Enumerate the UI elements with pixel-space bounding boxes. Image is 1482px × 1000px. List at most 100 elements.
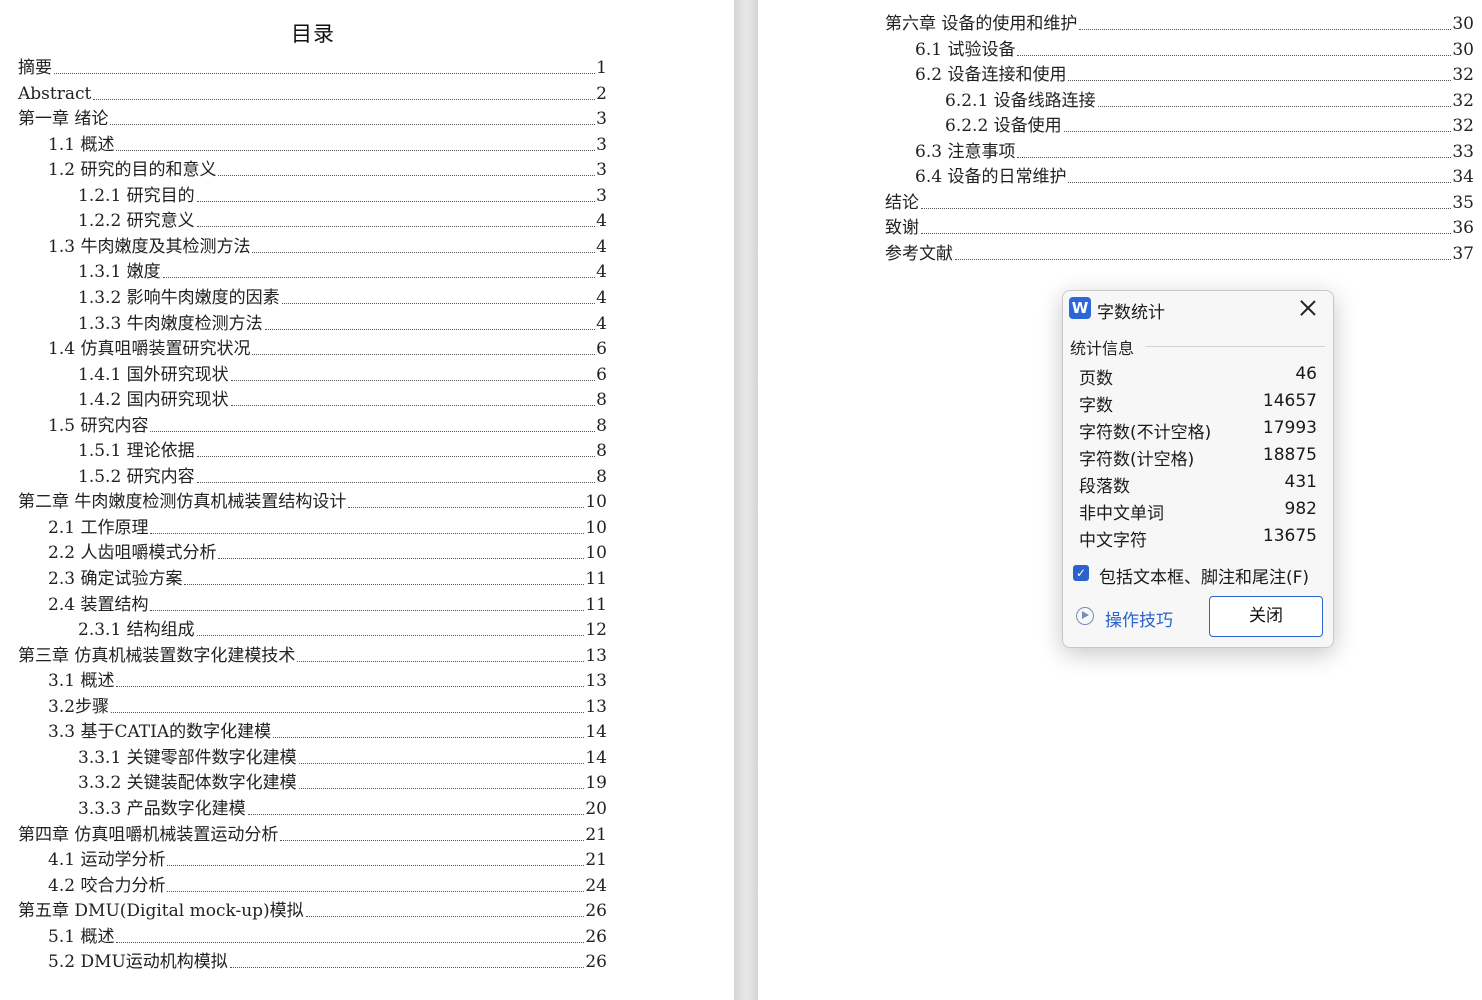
- toc-leader-dots: [247, 813, 585, 815]
- stat-row-pages: 页数 46: [1079, 364, 1317, 389]
- toc-leader-dots: [1017, 54, 1452, 56]
- toc-entry[interactable]: 4.2 咬合力分析 24: [48, 873, 607, 897]
- toc-entry[interactable]: 1.5.2 研究内容 8: [78, 464, 607, 488]
- play-circle-icon[interactable]: [1076, 607, 1094, 625]
- toc-entry[interactable]: 3.3.2 关键装配体数字化建模 19: [78, 770, 607, 794]
- toc-entry-page-number: 8: [596, 390, 607, 411]
- toc-entry-page-number: 35: [1452, 192, 1474, 213]
- toc-entry-page-number: 3: [596, 160, 607, 181]
- toc-entry[interactable]: 2.3.1 结构组成 12: [78, 617, 607, 641]
- tips-link[interactable]: 操作技巧: [1105, 606, 1173, 631]
- toc-entry[interactable]: 1.4 仿真咀嚼装置研究状况 6: [48, 336, 607, 360]
- toc-entry-page-number: 24: [585, 875, 607, 896]
- toc-entry[interactable]: 5.2 DMU运动机构模拟 26: [48, 949, 607, 973]
- stat-row-chars-no-spaces: 字符数(不计空格) 17993: [1079, 418, 1317, 443]
- toc-leader-dots: [196, 481, 596, 483]
- toc-entry[interactable]: 3.1 概述 13: [48, 668, 607, 692]
- toc-entry[interactable]: 第四章 仿真咀嚼机械装置运动分析 21: [18, 822, 607, 846]
- toc-entry[interactable]: 第五章 DMU(Digital mock-up)模拟 26: [18, 898, 607, 922]
- close-icon[interactable]: [1297, 297, 1319, 319]
- toc-entry[interactable]: 1.4.1 国外研究现状 6: [78, 362, 607, 386]
- toc-entry[interactable]: 结论 35: [885, 190, 1474, 214]
- toc-entry-title: 结论: [885, 192, 919, 213]
- toc-entry[interactable]: 1.3.3 牛肉嫩度检测方法 4: [78, 311, 607, 335]
- stat-row-chars-with-spaces: 字符数(计空格) 18875: [1079, 445, 1317, 470]
- toc-entry[interactable]: 1.2 研究的目的和意义 3: [48, 157, 607, 181]
- toc-entry-page-number: 26: [585, 952, 607, 973]
- toc-entry-page-number: 8: [596, 441, 607, 462]
- toc-entry-page-number: 2: [596, 83, 607, 104]
- stat-value: 46: [1295, 364, 1317, 384]
- toc-entry-title: Abstract: [18, 83, 92, 104]
- toc-entry[interactable]: 第六章 设备的使用和维护 30: [885, 11, 1474, 35]
- toc-entry[interactable]: 参考文献 37: [885, 241, 1474, 265]
- stat-label: 非中文单词: [1079, 504, 1164, 524]
- toc-entry[interactable]: 6.2 设备连接和使用 32: [915, 62, 1474, 86]
- toc-leader-dots: [305, 916, 585, 918]
- stat-value: 982: [1284, 499, 1317, 519]
- toc-entry[interactable]: 3.2步骤 13: [48, 694, 607, 718]
- toc-entry[interactable]: 1.3.2 影响牛肉嫩度的因素 4: [78, 285, 607, 309]
- toc-leader-dots: [1017, 156, 1452, 158]
- checkbox-label[interactable]: 包括文本框、脚注和尾注(F): [1099, 563, 1309, 588]
- toc-entry-title: 3.3 基于CATIA的数字化建模: [48, 722, 272, 743]
- toc-entry-title: 6.4 设备的日常维护: [915, 167, 1067, 188]
- toc-entry[interactable]: Abstract 2: [18, 81, 607, 105]
- toc-leader-dots: [264, 328, 596, 330]
- toc-entry[interactable]: 1.4.2 国内研究现状 8: [78, 387, 607, 411]
- toc-entry[interactable]: 1.2.1 研究目的 3: [78, 183, 607, 207]
- toc-entry[interactable]: 6.3 注意事项 33: [915, 139, 1474, 163]
- toc-entry-page-number: 8: [596, 466, 607, 487]
- toc-entry[interactable]: 5.1 概述 26: [48, 924, 607, 948]
- toc-entry-page-number: 14: [585, 747, 607, 768]
- stat-value: 14657: [1262, 391, 1317, 411]
- toc-entry[interactable]: 6.1 试验设备 30: [915, 37, 1474, 61]
- toc-entry[interactable]: 2.3 确定试验方案 11: [48, 566, 607, 590]
- toc-entry[interactable]: 2.2 人齿咀嚼模式分析 10: [48, 540, 607, 564]
- toc-entry-title: 摘要: [18, 58, 52, 78]
- toc-entry[interactable]: 1.5 研究内容 8: [48, 413, 607, 437]
- toc-leader-dots: [150, 430, 596, 432]
- toc-entry-title: 1.2.1 研究目的: [78, 185, 195, 206]
- toc-leader-dots: [150, 609, 585, 611]
- toc-entry[interactable]: 摘要 1: [18, 55, 607, 79]
- toc-leader-dots: [273, 737, 585, 739]
- toc-entry-page-number: 36: [1452, 218, 1474, 239]
- toc-entry[interactable]: 3.3.1 关键零部件数字化建模 14: [78, 745, 607, 769]
- toc-entry-page-number: 4: [596, 262, 607, 283]
- toc-entry[interactable]: 1.1 概述 3: [48, 132, 607, 156]
- close-button[interactable]: 关闭: [1209, 596, 1323, 637]
- toc-entry[interactable]: 2.4 装置结构 11: [48, 592, 607, 616]
- toc-leader-dots: [297, 660, 585, 662]
- toc-entry[interactable]: 第一章 绪论 3: [18, 106, 607, 130]
- toc-entry[interactable]: 第三章 仿真机械装置数字化建模技术 13: [18, 643, 607, 667]
- toc-entry-title: 4.2 咬合力分析: [48, 875, 166, 896]
- stat-value: 431: [1284, 472, 1317, 492]
- include-textbox-footnotes-checkbox[interactable]: ✓: [1073, 565, 1089, 581]
- toc-entry[interactable]: 第二章 牛肉嫩度检测仿真机械装置结构设计 10: [18, 489, 607, 513]
- dialog-titlebar[interactable]: W 字数统计: [1063, 291, 1333, 327]
- toc-entry[interactable]: 2.1 工作原理 10: [48, 515, 607, 539]
- toc-entry-title: 1.3 牛肉嫩度及其检测方法: [48, 236, 251, 257]
- toc-entry[interactable]: 1.3.1 嫩度 4: [78, 259, 607, 283]
- toc-entry-title: 1.3.1 嫩度: [78, 262, 161, 283]
- toc-entry[interactable]: 1.5.1 理论依据 8: [78, 438, 607, 462]
- toc-entry-page-number: 1: [596, 58, 607, 78]
- toc-entry-page-number: 37: [1452, 243, 1474, 264]
- toc-entry-title: 第一章 绪论: [18, 109, 109, 130]
- toc-title: 目录: [291, 22, 335, 46]
- stat-label: 段落数: [1079, 477, 1130, 497]
- toc-leader-dots: [196, 456, 596, 458]
- toc-entry[interactable]: 1.3 牛肉嫩度及其检测方法 4: [48, 234, 607, 258]
- toc-entry[interactable]: 1.2.2 研究意义 4: [78, 208, 607, 232]
- toc-entry[interactable]: 3.3 基于CATIA的数字化建模 14: [48, 719, 607, 743]
- toc-entry[interactable]: 致谢 36: [885, 215, 1474, 239]
- stat-label: 中文字符: [1079, 531, 1147, 551]
- toc-entry[interactable]: 4.1 运动学分析 21: [48, 847, 607, 871]
- toc-entry-page-number: 6: [596, 364, 607, 385]
- toc-entry[interactable]: 6.2.2 设备使用 32: [945, 113, 1474, 137]
- toc-entry[interactable]: 3.3.3 产品数字化建模 20: [78, 796, 607, 820]
- toc-entry[interactable]: 6.2.1 设备线路连接 32: [945, 88, 1474, 112]
- toc-entry[interactable]: 6.4 设备的日常维护 34: [915, 164, 1474, 188]
- toc-entry-page-number: 8: [596, 415, 607, 436]
